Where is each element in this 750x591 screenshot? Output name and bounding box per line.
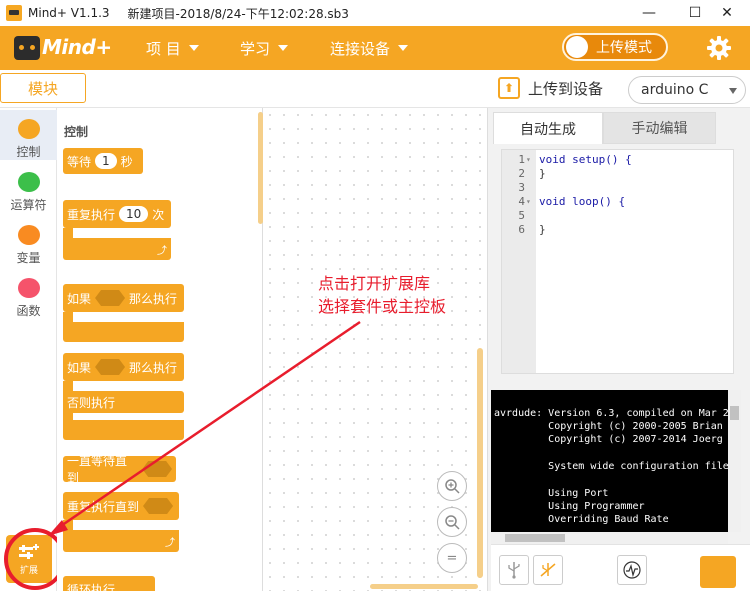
block-palette: 控制 等待 1 秒 重复执行 10 次 ⤴ 如果 那么执行 如果 那么执行 否则… [57,108,263,591]
code-editor[interactable]: 1 ▾ void setup() { 2} 3 4 ▾ void loop() { 5 … [501,149,734,374]
block-repeat[interactable]: 重复执行 10 次 [63,200,171,228]
upload-to-device-button[interactable]: ⬆ 上传到设备 [498,77,603,99]
console-vertical-scrollbar[interactable] [728,390,741,532]
title-bar: Mind+ V1.1.3 新建项目-2018/8/24-下午12:02:28.s… [0,0,750,26]
console-horizontal-scrollbar[interactable] [491,532,728,544]
tab-manual-edit[interactable]: 手动编辑 [603,112,716,144]
menu-project[interactable]: 项 目 [146,26,199,70]
zoom-out-icon [445,515,460,530]
serial-settings-button[interactable] [700,556,736,588]
category-dot [17,119,40,139]
block-if[interactable]: 如果 那么执行 [63,284,184,312]
file-name: 新建项目-2018/8/24-下午12:02:28.sb3 [127,6,349,21]
usb-disconnect-button[interactable] [533,555,563,585]
zoom-out-button[interactable] [437,507,467,537]
usb-disconnect-icon [540,563,556,577]
block-forever[interactable]: 循环执行 [63,576,155,591]
block-else: 否则执行 [63,391,184,413]
menu-connect-device[interactable]: 连接设备 [330,26,409,70]
chevron-down-icon [278,45,289,51]
workspace-vertical-scrollbar[interactable] [477,348,483,578]
device-select[interactable]: arduino C [628,76,746,104]
block-input[interactable]: 1 [95,153,117,169]
menu-learn[interactable]: 学习 [240,26,289,70]
gear-icon[interactable] [706,35,732,61]
toggle-knob [566,36,588,58]
close-button[interactable]: ✕ [704,0,750,26]
category-dot [17,225,40,245]
zoom-in-button[interactable] [437,471,467,501]
condition-slot[interactable] [142,461,172,477]
block-wait-until[interactable]: 一直等待直到 [63,454,176,485]
condition-slot[interactable] [95,290,126,306]
minimize-button[interactable]: — [626,0,672,26]
chevron-down-icon [188,45,199,51]
condition-slot[interactable] [143,498,174,514]
tab-auto-generate[interactable]: 自动生成 [493,112,603,144]
category-dot [17,278,40,298]
block-repeat-until[interactable]: 重复执行直到 [63,492,179,520]
block-input[interactable]: 10 [119,206,149,222]
mind-plus-logo: Mind+ [14,34,112,62]
upload-mode-toggle[interactable]: 上传模式 [562,33,668,61]
category-dot [17,172,40,192]
condition-slot[interactable] [95,359,126,375]
menu-bar: Mind+ 项 目 学习 连接设备 上传模式 [0,26,750,70]
annotation-text: 点击打开扩展库 选择套件或主控板 [318,274,447,316]
waveform-icon [623,561,641,579]
app-title: Mind+ V1.1.3 [28,6,110,20]
serial-plot-button[interactable] [617,555,647,585]
output-console[interactable]: avrdude: Version 6.3, compiled on Mar 2 … [491,390,741,532]
tab-blocks[interactable]: 模块 [0,73,86,103]
toolbar: 模块 ⬆ 上传到设备 arduino C [0,70,750,108]
loop-arrow-icon: ⤴ [157,246,167,257]
zoom-reset-button[interactable]: = [437,543,467,573]
chevron-down-icon [729,88,737,94]
category-sidebar: 控制 运算符 变量 函数 [0,108,57,591]
usb-connect-button[interactable] [499,555,529,585]
category-operators[interactable]: 运算符 [0,163,57,213]
category-variables[interactable]: 变量 [0,216,57,266]
workspace-horizontal-scrollbar[interactable] [370,584,478,589]
palette-heading: 控制 [64,125,89,139]
chevron-down-icon [398,45,409,51]
zoom-in-icon [445,479,460,494]
usb-icon [508,562,520,579]
block-if-else[interactable]: 如果 那么执行 [63,353,184,381]
app-icon [6,5,22,21]
category-control[interactable]: 控制 [0,110,57,160]
category-functions[interactable]: 函数 [0,269,57,319]
upload-arrow-icon: ⬆ [498,77,520,99]
loop-arrow-icon: ⤴ [165,538,175,549]
block-wait[interactable]: 等待 1 秒 [63,148,143,174]
robot-logo-icon [14,36,40,60]
